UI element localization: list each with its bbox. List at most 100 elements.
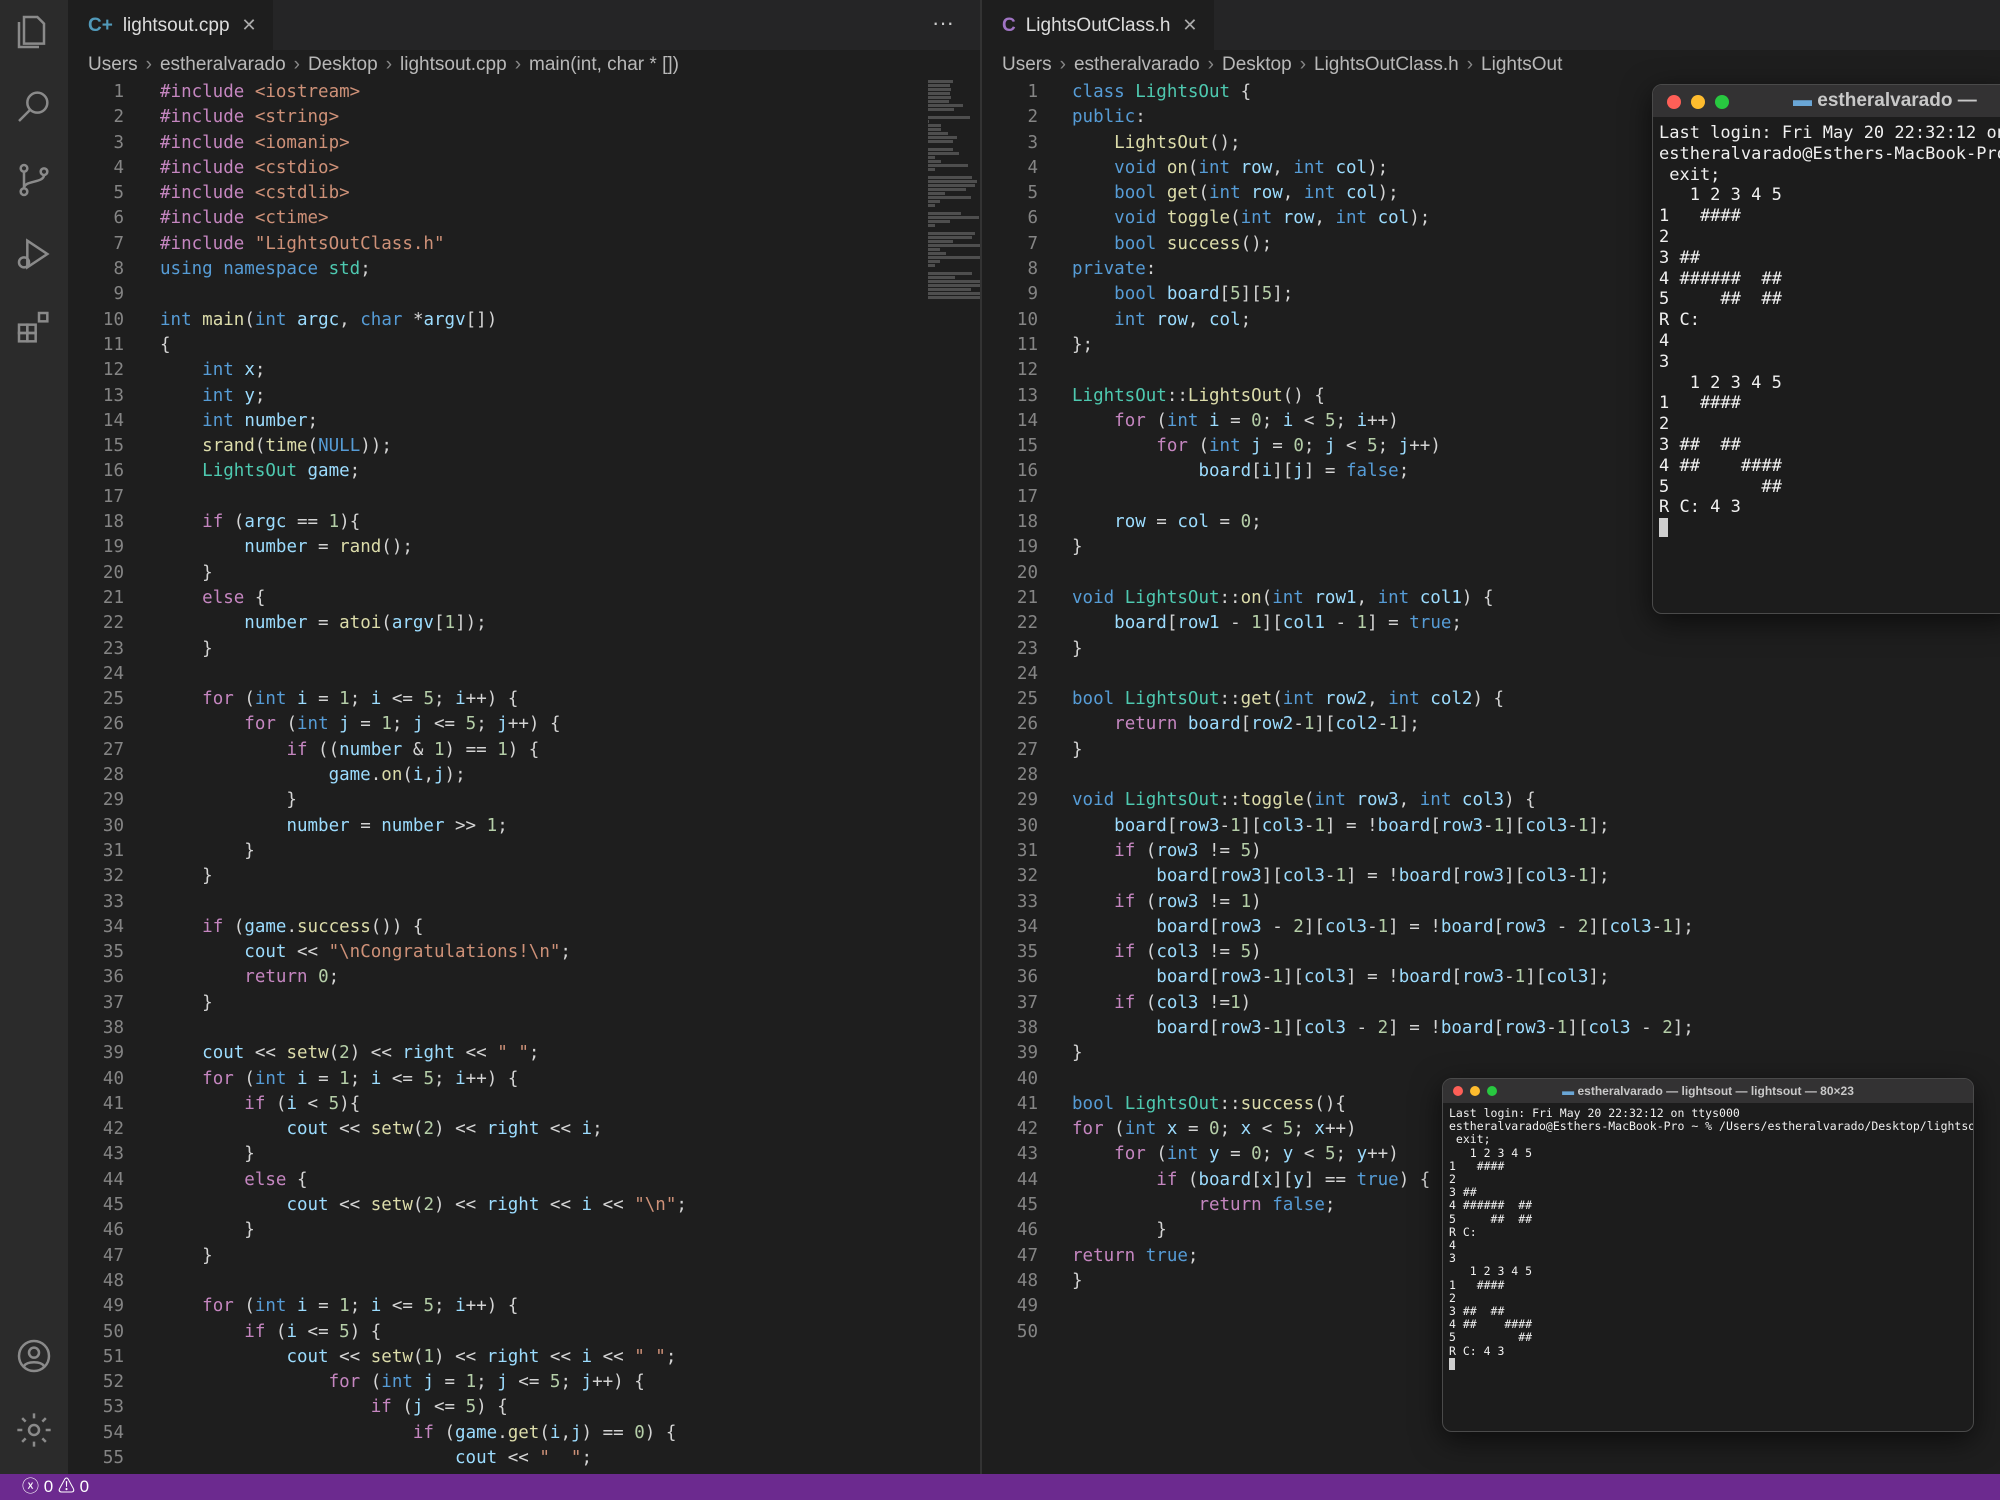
terminal-title-bar[interactable]: ▬ estheralvarado — <box>1653 85 2000 117</box>
code-line[interactable]: 9 <box>68 282 980 307</box>
terminal-output[interactable]: Last login: Fri May 20 22:32:12 on esther… <box>1659 123 2000 543</box>
code-line[interactable]: 36 board[row3-1][col3] = !board[row3-1][… <box>982 965 2000 990</box>
code-line[interactable]: 46 } <box>68 1218 980 1243</box>
breadcrumb-item[interactable]: estheralvarado <box>160 54 286 75</box>
extensions-icon[interactable] <box>14 308 54 348</box>
code-line[interactable]: 33 if (row3 != 1) <box>982 890 2000 915</box>
code-line[interactable]: 37 if (col3 !=1) <box>982 991 2000 1016</box>
code-line[interactable]: 26 for (int j = 1; j <= 5; j++) { <box>68 712 980 737</box>
code-line[interactable]: 36 return 0; <box>68 965 980 990</box>
code-line[interactable]: 52 for (int j = 1; j <= 5; j++) { <box>68 1370 980 1395</box>
explorer-icon[interactable] <box>14 12 54 52</box>
code-line[interactable]: 48 <box>68 1269 980 1294</box>
code-line[interactable]: 2 #include <string> <box>68 105 980 130</box>
code-line[interactable]: 31 } <box>68 839 980 864</box>
code-line[interactable]: 41 if (i < 5){ <box>68 1092 980 1117</box>
problems-indicator[interactable]: ⓧ 0 ⚠ 0 <box>22 1474 89 1500</box>
settings-gear-icon[interactable] <box>14 1410 54 1450</box>
terminal-window-large[interactable]: ▬ estheralvarado — Last login: Fri May 2… <box>1652 84 2000 614</box>
code-line[interactable]: 31 if (row3 != 5) <box>982 839 2000 864</box>
code-line[interactable]: 25 bool LightsOut::get(int row2, int col2… <box>982 687 2000 712</box>
code-line[interactable]: 28 <box>982 763 2000 788</box>
code-line[interactable]: 15 srand(time(NULL)); <box>68 434 980 459</box>
code-line[interactable]: 28 game.on(i,j); <box>68 763 980 788</box>
code-line[interactable]: 32 } <box>68 864 980 889</box>
code-line[interactable]: 37 } <box>68 991 980 1016</box>
breadcrumb-item[interactable]: LightsOut <box>1481 54 1562 75</box>
code-line[interactable]: 4 #include <cstdio> <box>68 156 980 181</box>
breadcrumb-item[interactable]: Users <box>1002 54 1052 75</box>
code-line[interactable]: 43 } <box>68 1142 980 1167</box>
close-icon[interactable]: ✕ <box>1182 15 1197 35</box>
code-line[interactable]: 19 number = rand(); <box>68 535 980 560</box>
terminal-title-bar[interactable]: ▬ estheralvarado — lightsout — lightsout… <box>1443 1079 1973 1103</box>
tab-lightsout-cpp[interactable]: C+ lightsout.cpp ✕ <box>68 0 273 50</box>
code-line[interactable]: 51 cout << setw(1) << right << i << " "; <box>68 1345 980 1370</box>
breadcrumb-item[interactable]: main(int, char * []) <box>529 54 679 75</box>
code-line[interactable]: 29 } <box>68 788 980 813</box>
code-line[interactable]: 32 board[row3][col3-1] = !board[row3][co… <box>982 864 2000 889</box>
code-line[interactable]: 16 LightsOut game; <box>68 459 980 484</box>
code-line[interactable]: 27} <box>982 738 2000 763</box>
code-line[interactable]: 34 board[row3 - 2][col3-1] = !board[row3… <box>982 915 2000 940</box>
code-line[interactable]: 53 if (j <= 5) { <box>68 1395 980 1420</box>
breadcrumb-item[interactable]: estheralvarado <box>1074 54 1200 75</box>
code-line[interactable]: 13 int y; <box>68 384 980 409</box>
run-debug-icon[interactable] <box>14 234 54 274</box>
code-line[interactable]: 23} <box>982 637 2000 662</box>
code-line[interactable]: 22 board[row1 - 1][col1 - 1] = true; <box>982 611 2000 636</box>
code-line[interactable]: 24 <box>982 662 2000 687</box>
code-line[interactable]: 49 for (int i = 1; i <= 5; i++) { <box>68 1294 980 1319</box>
close-window-icon[interactable] <box>1453 1086 1463 1096</box>
minimize-window-icon[interactable] <box>1691 95 1705 109</box>
code-line[interactable]: 5 #include <cstdlib> <box>68 181 980 206</box>
breadcrumb-item[interactable]: Users <box>88 54 138 75</box>
account-icon[interactable] <box>14 1336 54 1376</box>
maximize-window-icon[interactable] <box>1715 95 1729 109</box>
code-line[interactable]: 39} <box>982 1041 2000 1066</box>
code-line[interactable]: 38 board[row3-1][col3 - 2] = !board[row3… <box>982 1016 2000 1041</box>
code-line[interactable]: 1 #include <iostream> <box>68 80 980 105</box>
code-line[interactable]: 40 for (int i = 1; i <= 5; i++) { <box>68 1067 980 1092</box>
code-line[interactable]: 8 using namespace std; <box>68 257 980 282</box>
code-line[interactable]: 44 else { <box>68 1168 980 1193</box>
code-line[interactable]: 25 for (int i = 1; i <= 5; i++) { <box>68 687 980 712</box>
code-line[interactable]: 6 #include <ctime> <box>68 206 980 231</box>
code-line[interactable]: 54 if (game.get(i,j) == 0) { <box>68 1421 980 1446</box>
code-line[interactable]: 55 cout << " "; <box>68 1446 980 1471</box>
code-line[interactable]: 39 cout << setw(2) << right << " "; <box>68 1041 980 1066</box>
code-line[interactable]: 12 int x; <box>68 358 980 383</box>
code-line[interactable]: 17 <box>68 485 980 510</box>
code-line[interactable]: 34 if (game.success()) { <box>68 915 980 940</box>
more-actions-icon[interactable]: ··· <box>932 0 954 50</box>
code-line[interactable]: 21 else { <box>68 586 980 611</box>
code-line[interactable]: 30 board[row3-1][col3-1] = !board[row3-1… <box>982 814 2000 839</box>
code-line[interactable]: 20 } <box>68 561 980 586</box>
close-window-icon[interactable] <box>1667 95 1681 109</box>
code-line[interactable]: 50 if (i <= 5) { <box>68 1320 980 1345</box>
code-line[interactable]: 22 number = atoi(argv[1]); <box>68 611 980 636</box>
code-line[interactable]: 33 <box>68 890 980 915</box>
code-line[interactable]: 24 <box>68 662 980 687</box>
breadcrumb-item[interactable]: Desktop <box>1222 54 1292 75</box>
tab-lightsoutclass-h[interactable]: C LightsOutClass.h ✕ <box>982 0 1214 50</box>
code-line[interactable]: 42 cout << setw(2) << right << i; <box>68 1117 980 1142</box>
code-line[interactable]: 47 } <box>68 1244 980 1269</box>
terminal-output[interactable]: Last login: Fri May 20 22:32:12 on ttys0… <box>1449 1106 1973 1373</box>
code-line[interactable]: 7 #include "LightsOutClass.h" <box>68 232 980 257</box>
code-editor[interactable]: 1 #include <iostream> 2 #include <string> 3 #… <box>68 80 980 1471</box>
code-line[interactable]: 11 { <box>68 333 980 358</box>
code-line[interactable]: 38 <box>68 1016 980 1041</box>
code-line[interactable]: 29 void LightsOut::toggle(int row3, int c… <box>982 788 2000 813</box>
code-line[interactable]: 18 if (argc == 1){ <box>68 510 980 535</box>
code-line[interactable]: 3 #include <iomanip> <box>68 131 980 156</box>
minimize-window-icon[interactable] <box>1470 1086 1480 1096</box>
search-icon[interactable] <box>14 86 54 126</box>
close-icon[interactable]: ✕ <box>242 15 257 35</box>
code-line[interactable]: 23 } <box>68 637 980 662</box>
code-line[interactable]: 35 cout << "\nCongratulations!\n"; <box>68 940 980 965</box>
code-line[interactable]: 26 return board[row2-1][col2-1]; <box>982 712 2000 737</box>
breadcrumb-item[interactable]: LightsOutClass.h <box>1314 54 1459 75</box>
maximize-window-icon[interactable] <box>1487 1086 1497 1096</box>
code-line[interactable]: 14 int number; <box>68 409 980 434</box>
